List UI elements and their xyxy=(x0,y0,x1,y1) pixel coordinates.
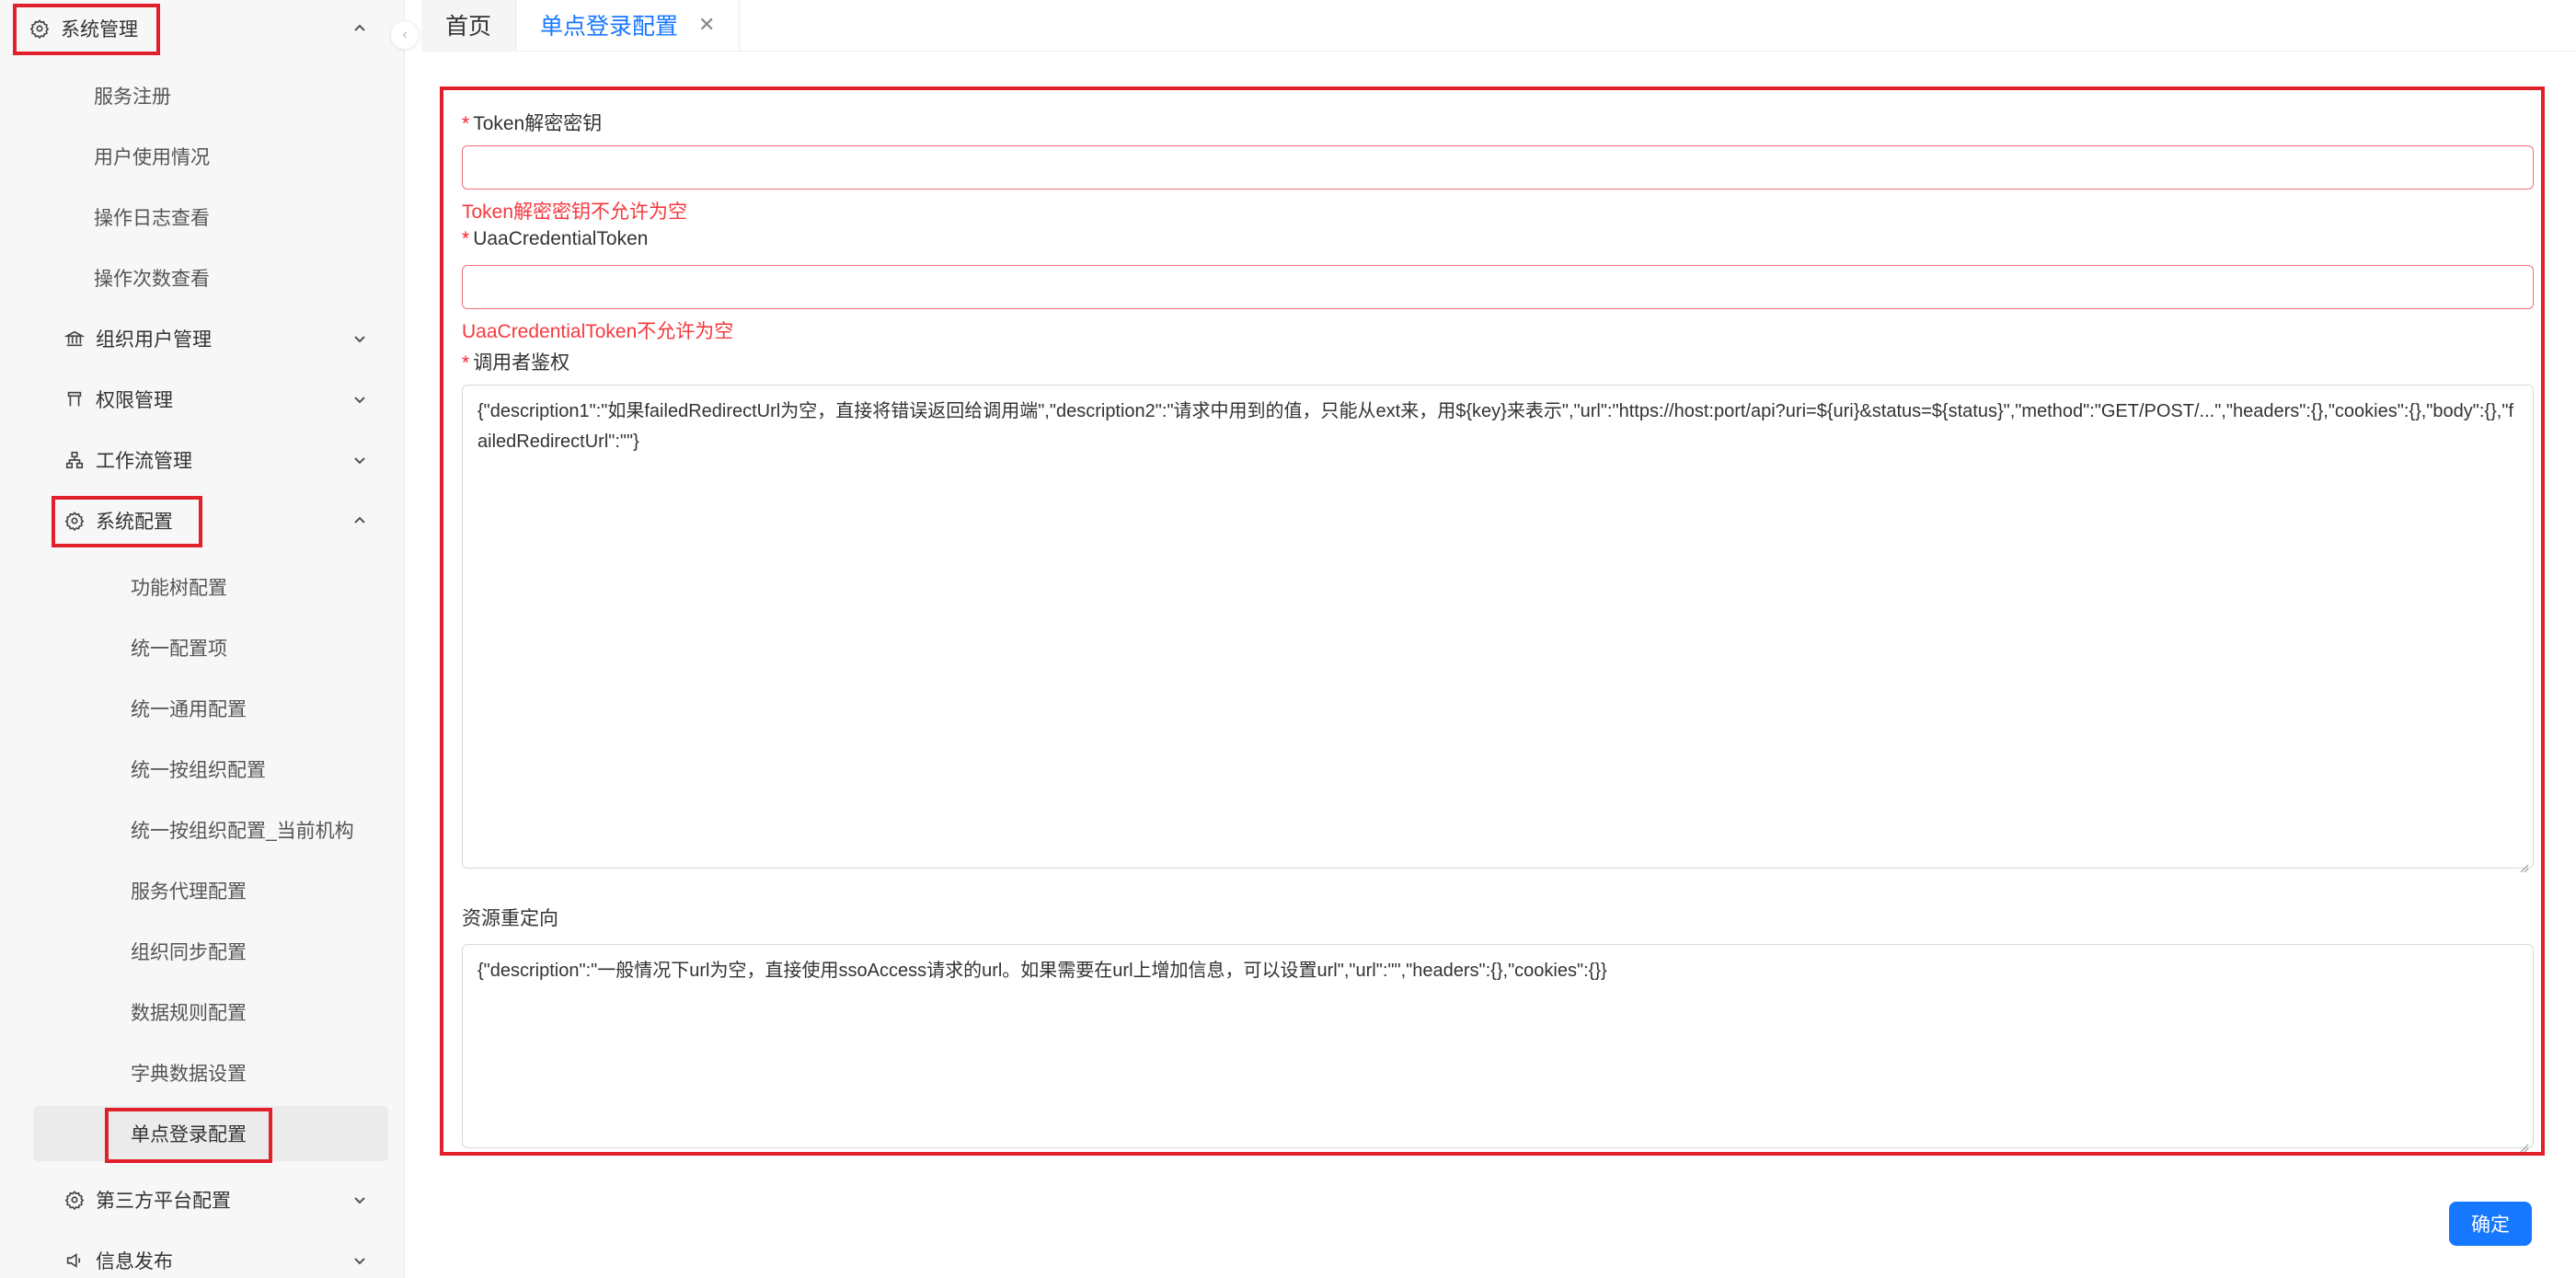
caller-auth-textarea[interactable]: {"description1":"如果failedRedirectUrl为空，直… xyxy=(462,385,2534,873)
menu-label: 系统管理 xyxy=(61,19,138,40)
menu-item-config[interactable]: 统一按组织配置_当前机构 xyxy=(0,804,405,856)
menu-item-op-count[interactable]: 操作次数查看 xyxy=(0,252,405,304)
menu-label: 操作日志查看 xyxy=(94,208,210,229)
menu-label: 字典数据设置 xyxy=(131,1064,247,1085)
resource-redirect-label: 资源重定向 xyxy=(462,904,558,931)
menu-item-config[interactable]: 统一通用配置 xyxy=(0,683,405,734)
menu-item-config[interactable]: 组织同步配置 xyxy=(0,926,405,977)
menu-label: 组织同步配置 xyxy=(131,942,247,963)
menu-label: 服务代理配置 xyxy=(131,881,247,903)
menu-workflow-mgmt[interactable]: 工作流管理 xyxy=(0,434,405,486)
chevron-down-icon xyxy=(351,1192,368,1208)
menu-label: 组织用户管理 xyxy=(96,329,212,351)
menu-label: 信息发布 xyxy=(96,1251,173,1272)
menu-label: 统一按组织配置 xyxy=(131,760,266,781)
bank-icon xyxy=(63,327,86,351)
chevron-down-icon xyxy=(351,391,368,408)
gear-icon xyxy=(28,17,52,40)
chevron-left-icon: ‹ xyxy=(402,27,408,42)
chevron-down-icon xyxy=(351,1252,368,1269)
menu-org-user-mgmt[interactable]: 组织用户管理 xyxy=(0,313,405,364)
menu-label: 单点登录配置 xyxy=(131,1124,247,1146)
menu-label: 工作流管理 xyxy=(96,451,192,472)
menu-item-config[interactable]: 功能树配置 xyxy=(0,561,405,613)
menu-label: 权限管理 xyxy=(96,390,173,411)
chevron-down-icon xyxy=(351,330,368,347)
tab-label: 单点登录配置 xyxy=(540,14,679,40)
menu-label: 统一按组织配置_当前机构 xyxy=(131,821,354,842)
tab-label: 首页 xyxy=(445,14,492,40)
menu-label: 用户使用情况 xyxy=(94,147,210,168)
label-text: UaaCredentialToken xyxy=(473,228,649,249)
required-mark: * xyxy=(462,352,470,374)
menu-system-management[interactable]: 系统管理 xyxy=(0,3,405,54)
uaa-token-error: UaaCredentialToken不允许为空 xyxy=(462,321,734,342)
token-key-input[interactable] xyxy=(462,145,2534,190)
label-text: 调用者鉴权 xyxy=(473,352,570,374)
required-mark: * xyxy=(462,228,470,249)
menu-system-config[interactable]: 系统配置 xyxy=(0,495,405,547)
menu-label: 统一配置项 xyxy=(131,639,227,660)
menu-label: 第三方平台配置 xyxy=(96,1191,231,1212)
required-mark: * xyxy=(462,113,470,134)
menu-label: 操作次数查看 xyxy=(94,269,210,290)
caller-auth-label: * 调用者鉴权 xyxy=(462,348,569,375)
menu-item-config[interactable]: 服务代理配置 xyxy=(0,865,405,916)
menu-item-op-log[interactable]: 操作日志查看 xyxy=(0,191,405,243)
sso-config-form: * Token解密密钥 Token解密密钥不允许为空 * UaaCredential… xyxy=(440,86,2545,1156)
chevron-down-icon xyxy=(351,452,368,468)
menu-permission-mgmt[interactable]: 权限管理 xyxy=(0,374,405,425)
confirm-button[interactable]: 确定 xyxy=(2449,1202,2532,1246)
chevron-up-icon xyxy=(351,512,368,529)
resize-handle-icon[interactable] xyxy=(2518,853,2529,873)
speaker-icon xyxy=(63,1249,86,1272)
gear-icon xyxy=(63,509,86,533)
app-root: 系统管理 服务注册 用户使用情况 操作日志查看 操作次数查看 组织用户管理 权限… xyxy=(0,0,2576,1278)
permission-icon xyxy=(63,387,86,411)
menu-label: 数据规则配置 xyxy=(131,1003,247,1024)
menu-item-service-register[interactable]: 服务注册 xyxy=(0,70,405,121)
resize-handle-icon[interactable] xyxy=(2518,1133,2529,1153)
menu-item-config[interactable]: 字典数据设置 xyxy=(0,1047,405,1099)
menu-label: 系统配置 xyxy=(96,512,173,533)
tab-sso-config[interactable]: 单点登录配置 ✕ xyxy=(516,0,741,51)
menu-item-user-usage[interactable]: 用户使用情况 xyxy=(0,131,405,182)
menu-label: 统一通用配置 xyxy=(131,699,247,720)
menu-label: 服务注册 xyxy=(94,86,171,108)
tab-home[interactable]: 首页 xyxy=(421,0,517,51)
label-text: Token解密密钥 xyxy=(473,113,603,134)
workflow-icon xyxy=(63,448,86,472)
collapse-sidebar-button[interactable]: ‹ xyxy=(390,20,420,50)
chevron-up-icon xyxy=(351,20,368,37)
tab-bar: 首页 单点登录配置 ✕ xyxy=(421,0,2576,52)
close-icon[interactable]: ✕ xyxy=(698,13,715,37)
textarea-value: {"description1":"如果failedRedirectUrl为空，直… xyxy=(477,401,2513,452)
menu-third-party[interactable]: 第三方平台配置 xyxy=(0,1174,405,1226)
uaa-token-input[interactable] xyxy=(462,265,2534,309)
textarea-value: {"description":"一般情况下url为空，直接使用ssoAccess… xyxy=(477,961,1607,981)
token-key-label: * Token解密密钥 xyxy=(462,109,602,136)
sidebar: 系统管理 服务注册 用户使用情况 操作日志查看 操作次数查看 组织用户管理 权限… xyxy=(0,0,405,1278)
menu-item-config[interactable]: 统一配置项 xyxy=(0,622,405,674)
token-key-error: Token解密密钥不允许为空 xyxy=(462,201,688,223)
menu-label: 功能树配置 xyxy=(131,578,227,599)
gear-icon xyxy=(63,1188,86,1212)
resource-redirect-textarea[interactable]: {"description":"一般情况下url为空，直接使用ssoAccess… xyxy=(462,944,2534,1153)
menu-item-sso-config[interactable]: 单点登录配置 xyxy=(0,1108,405,1159)
menu-info-publish[interactable]: 信息发布 xyxy=(0,1235,405,1278)
uaa-token-label: * UaaCredentialToken xyxy=(462,228,648,250)
label-text: 资源重定向 xyxy=(462,908,558,929)
menu-item-config[interactable]: 数据规则配置 xyxy=(0,986,405,1038)
menu-item-config[interactable]: 统一按组织配置 xyxy=(0,743,405,795)
